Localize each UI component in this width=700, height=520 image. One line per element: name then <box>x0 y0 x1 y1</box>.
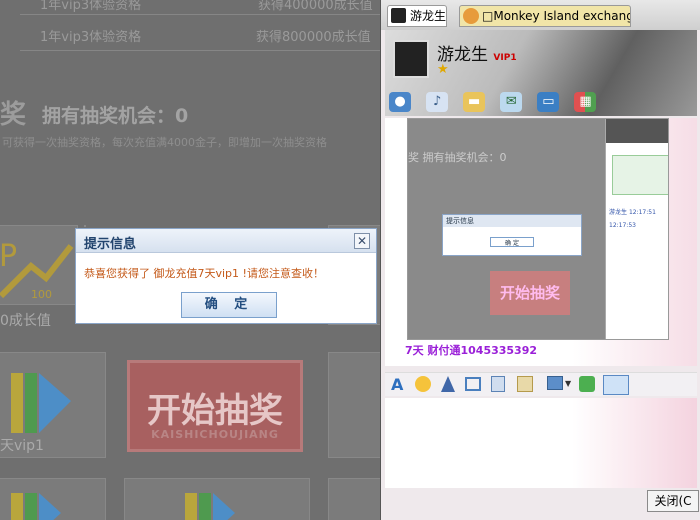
tile-label: 0成长值 <box>0 313 51 329</box>
shot-lottery: 奖 拥有抽奖机会：0 <box>408 151 507 164</box>
gift-flag-icon <box>185 493 235 520</box>
reward-row-0-left: 1年vip3体验资格 <box>40 0 142 13</box>
reward-row-1-left: 1年vip3体验资格 <box>40 30 142 45</box>
reward-tile <box>328 352 380 458</box>
dialog-title: 提示信息 <box>84 237 137 252</box>
dialog-close-button[interactable]: ✕ <box>354 233 370 249</box>
close-button[interactable]: 关闭(C <box>647 490 699 512</box>
message-icon[interactable]: ✉ <box>500 92 523 112</box>
image-icon[interactable] <box>547 376 563 390</box>
dialog-message: 恭喜您获得了 御龙充值7天vip1 !请您注意查收！ <box>84 267 324 280</box>
svg-text:100: 100 <box>31 288 52 301</box>
format-toolbar: A ▼ <box>385 372 697 396</box>
start-lottery-label: 开始抽奖 <box>147 391 283 431</box>
window-icon[interactable] <box>465 377 481 391</box>
shot-chat-header <box>606 119 668 143</box>
reward-row-0-right: 获得400000成长值 <box>258 0 373 13</box>
emoji-icon[interactable] <box>415 376 431 392</box>
chat-history: 奖 拥有抽奖机会：0 提示信息 确 定 开始抽奖 游龙生 12:17:51 12… <box>385 118 697 366</box>
tab-youlongsheng[interactable]: 游龙生 <box>387 5 447 27</box>
shot-chat-window: 游龙生 12:17:51 12:17:53 + <box>605 119 668 339</box>
music-icon[interactable] <box>579 376 595 392</box>
confirm-button[interactable]: 确 定 <box>181 292 277 318</box>
file-transfer-icon[interactable]: ▬ <box>463 92 486 112</box>
lottery-note: 可获得一次抽奖资格，每次充值满4000金子，即增加一次抽奖资格 <box>2 136 327 149</box>
font-icon[interactable]: A <box>391 375 403 394</box>
reward-tile: 100 P <box>0 225 78 305</box>
lottery-count: 0 <box>175 105 189 127</box>
start-lottery-button[interactable]: 开始抽奖 KAISHICHOUJIANG <box>127 360 303 452</box>
shot-chat-dialog <box>612 155 668 195</box>
shot-dialog: 提示信息 确 定 <box>442 214 582 256</box>
chat-message: 7天 财付通1045335392 <box>405 344 538 357</box>
shot-chat-line: 12:17:53 <box>609 222 636 229</box>
video-call-icon[interactable]: ● <box>389 92 411 112</box>
star-icon: ★ <box>437 62 449 77</box>
svg-text:P: P <box>0 239 17 274</box>
trend-arrow-icon: 100 P <box>0 239 74 301</box>
lottery-prefix: 奖 <box>0 100 27 130</box>
tab-label: □Monkey Island exchange grou <box>482 9 630 23</box>
remote-desktop-icon[interactable]: ▭ <box>537 92 560 112</box>
shot-dialog-title: 提示信息 <box>443 215 581 227</box>
message-input[interactable] <box>385 398 697 488</box>
start-lottery-pinyin: KAISHICHOUJIANG <box>151 428 279 441</box>
shot-chat-line: 游龙生 12:17:51 <box>609 209 656 216</box>
chevron-down-icon[interactable]: ▼ <box>565 379 571 388</box>
reward-tile <box>328 478 380 520</box>
reward-tile <box>124 478 310 520</box>
chat-header: 游龙生 VIP1 ★ ● ♪ ▬ ✉ ▭ ▦ <box>385 30 697 116</box>
contact-name: 游龙生 VIP1 <box>437 45 517 65</box>
lottery-title: 拥有抽奖机会：0 <box>42 105 189 127</box>
chat-window: 游龙生 □Monkey Island exchange grou 游龙生 VIP… <box>380 0 700 520</box>
shot-ok: 确 定 <box>490 237 534 247</box>
screenshot-icon[interactable] <box>603 375 629 395</box>
shot-start: 开始抽奖 <box>490 271 570 315</box>
screenshot-image[interactable]: 奖 拥有抽奖机会：0 提示信息 确 定 开始抽奖 游龙生 12:17:51 12… <box>407 118 669 340</box>
gift-flag-icon <box>11 373 71 433</box>
avatar-icon <box>391 8 406 23</box>
tile-label: 天vip1 <box>0 438 44 454</box>
divider <box>20 14 380 15</box>
avatar[interactable] <box>393 40 429 78</box>
tab-label: 游龙生 <box>410 9 447 23</box>
chat-toolbar: ● ♪ ▬ ✉ ▭ ▦ <box>389 90 629 112</box>
apps-icon[interactable]: ▦ <box>574 92 597 112</box>
vip-badge: VIP1 <box>493 53 517 63</box>
note-icon[interactable] <box>517 376 533 392</box>
dialog-header: 提示信息 ✕ <box>76 229 376 253</box>
voice-call-icon[interactable]: ♪ <box>426 92 449 112</box>
notice-dialog: 提示信息 ✕ 恭喜您获得了 御龙充值7天vip1 !请您注意查收！ 确 定 <box>75 228 377 324</box>
reward-row-1-right: 获得800000成长值 <box>256 30 371 45</box>
reward-tile <box>0 478 106 520</box>
magic-icon[interactable] <box>441 376 455 392</box>
reward-tile <box>84 225 86 227</box>
tab-monkey-island[interactable]: □Monkey Island exchange grou <box>459 5 631 27</box>
gift-flag-icon <box>11 493 61 520</box>
voice-message-icon[interactable] <box>491 376 505 392</box>
divider <box>20 50 380 51</box>
group-icon <box>463 8 479 24</box>
